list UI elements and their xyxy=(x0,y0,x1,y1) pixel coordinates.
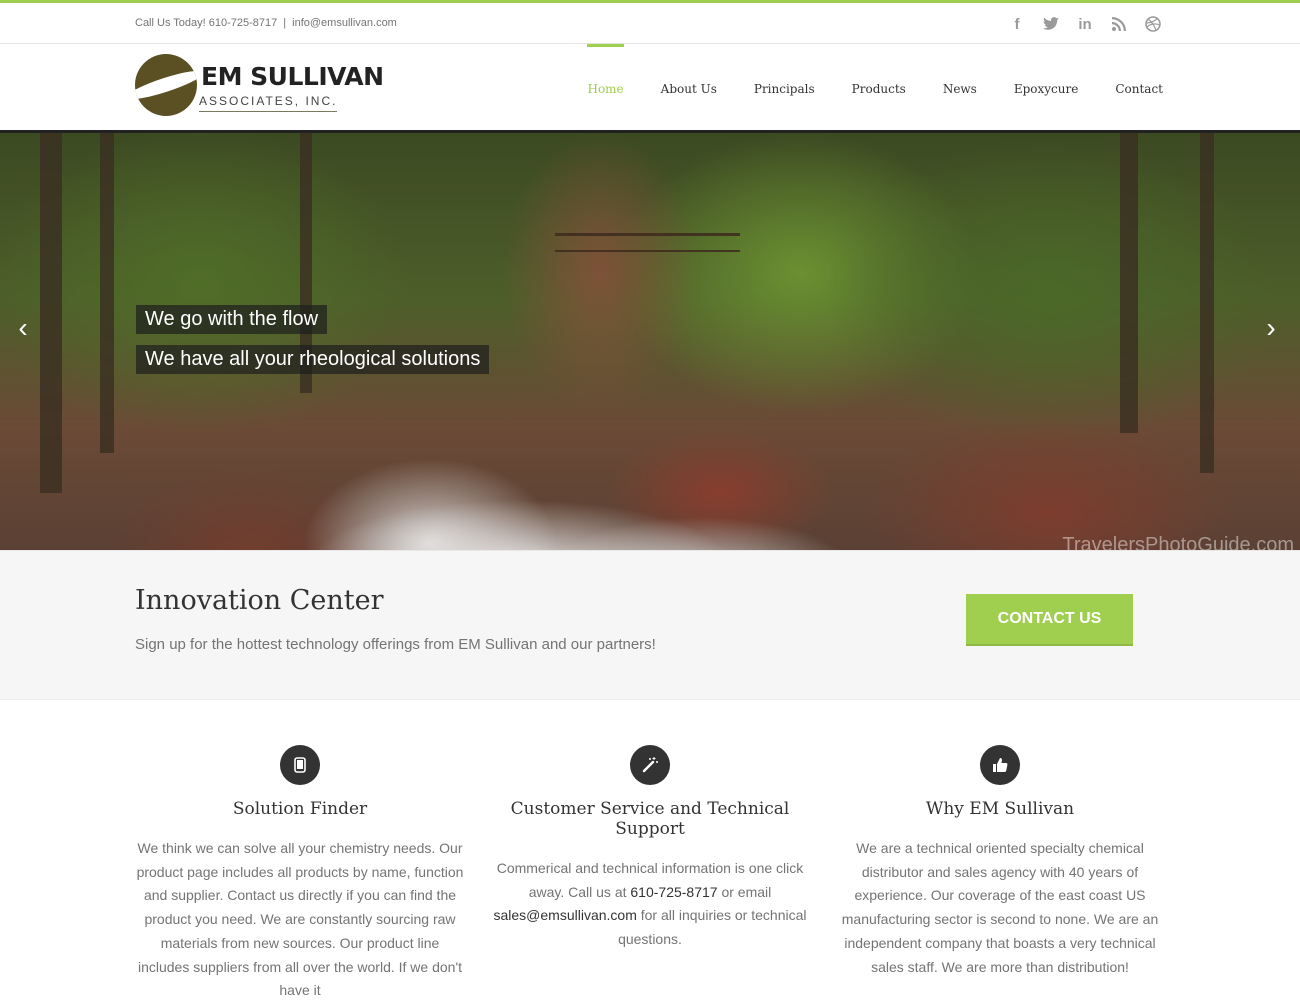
phone-text: Call Us Today! 610-725-8717 xyxy=(135,17,278,29)
bridge-image xyxy=(555,233,740,252)
feature-why-em-sullivan: Why EM Sullivan We are a technical orien… xyxy=(825,745,1175,1003)
twitter-icon[interactable] xyxy=(1041,14,1061,34)
logo-mark xyxy=(135,54,197,116)
nav-item-contact[interactable]: Contact xyxy=(1115,44,1163,130)
hero-slider[interactable]: We go with the flow We have all your rhe… xyxy=(0,130,1300,553)
slider-next-arrow[interactable]: › xyxy=(1256,312,1286,343)
tablet-icon xyxy=(280,745,320,785)
dribbble-icon[interactable] xyxy=(1143,14,1163,34)
magic-wand-icon xyxy=(630,745,670,785)
innovation-subtitle: Sign up for the hottest technology offer… xyxy=(135,636,656,653)
facebook-icon[interactable]: f xyxy=(1007,14,1027,34)
feature-text: We think we can solve all your chemistry… xyxy=(136,840,464,999)
nav-item-news[interactable]: News xyxy=(943,44,977,130)
hero-caption-1: We go with the flow xyxy=(136,305,328,334)
support-phone-link[interactable]: 610-725-8717 xyxy=(630,884,717,900)
linkedin-icon[interactable]: in xyxy=(1075,14,1095,34)
support-email-link[interactable]: sales@emsullivan.com xyxy=(493,907,636,923)
site-header: EM SULLIVAN ASSOCIATES, INC. Home About … xyxy=(0,44,1300,130)
feature-text-part: for all inquiries or technical questions… xyxy=(618,907,807,948)
logo-line2: ASSOCIATES, INC. xyxy=(199,94,338,112)
features-section: Solution Finder We think we can solve al… xyxy=(125,745,1175,1003)
feature-solution-finder: Solution Finder We think we can solve al… xyxy=(125,745,475,1003)
innovation-title: Innovation Center xyxy=(135,585,384,616)
feature-text: We are a technical oriented specialty ch… xyxy=(841,840,1159,975)
company-logo[interactable]: EM SULLIVAN ASSOCIATES, INC. xyxy=(135,54,384,120)
thumbs-up-icon xyxy=(980,745,1020,785)
logo-line1: EM SULLIVAN xyxy=(201,62,384,91)
nav-item-about-us[interactable]: About Us xyxy=(661,44,717,130)
email-link[interactable]: info@emsullivan.com xyxy=(292,17,397,29)
innovation-band: Innovation Center Sign up for the hottes… xyxy=(0,550,1300,700)
feature-title: Solution Finder xyxy=(232,799,368,819)
feature-customer-service: Customer Service and Technical Support C… xyxy=(475,745,825,1003)
nav-item-epoxycure[interactable]: Epoxycure xyxy=(1014,44,1079,130)
slider-prev-arrow[interactable]: ‹ xyxy=(8,312,38,343)
contact-separator: | xyxy=(283,17,287,29)
feature-text-part: or email xyxy=(717,883,772,900)
nav-item-products[interactable]: Products xyxy=(852,44,906,130)
nav-item-home[interactable]: Home xyxy=(587,44,624,130)
feature-text: Commerical and technical information is … xyxy=(485,857,815,952)
contact-info: Call Us Today! 610-725-8717 | info@emsulli… xyxy=(135,17,397,29)
rss-icon[interactable] xyxy=(1109,14,1129,34)
feature-title: Why EM Sullivan xyxy=(925,799,1075,819)
contact-us-button[interactable]: CONTACT US xyxy=(966,594,1133,646)
top-bar: Call Us Today! 610-725-8717 | info@emsulli… xyxy=(0,3,1300,44)
hero-caption-2: We have all your rheological solutions xyxy=(136,345,490,374)
main-nav: Home About Us Principals Products News E… xyxy=(550,44,1163,130)
social-links: f in xyxy=(1007,14,1163,34)
nav-item-principals[interactable]: Principals xyxy=(754,44,815,130)
feature-title: Customer Service and Technical Support xyxy=(510,799,790,839)
